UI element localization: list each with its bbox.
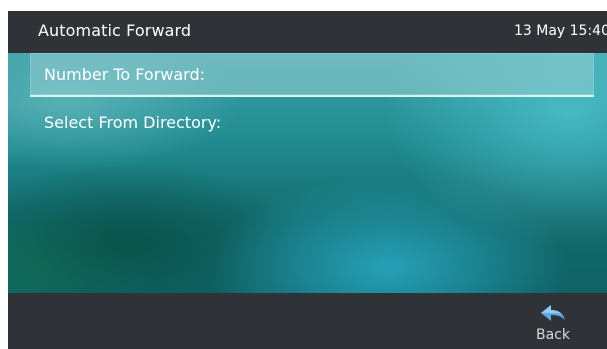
menu-item-label: Select From Directory: xyxy=(44,113,222,132)
back-arrow-icon xyxy=(541,305,565,321)
back-softkey[interactable]: Back xyxy=(531,303,575,343)
header-bar: Automatic Forward 13 May 15:40 xyxy=(8,11,607,53)
screen-title: Automatic Forward xyxy=(38,21,192,40)
date-time: 13 May 15:40 xyxy=(513,23,607,39)
phone-screen: Automatic Forward 13 May 15:40 Number To… xyxy=(8,11,607,349)
menu-list: Number To Forward: Select From Directory… xyxy=(8,53,607,293)
menu-item-select-from-directory[interactable]: Select From Directory: xyxy=(30,101,594,145)
menu-item-number-to-forward[interactable]: Number To Forward: xyxy=(30,53,594,97)
menu-item-label: Number To Forward: xyxy=(44,65,206,84)
back-label: Back xyxy=(536,327,570,343)
softkey-bar: Back xyxy=(8,293,607,349)
